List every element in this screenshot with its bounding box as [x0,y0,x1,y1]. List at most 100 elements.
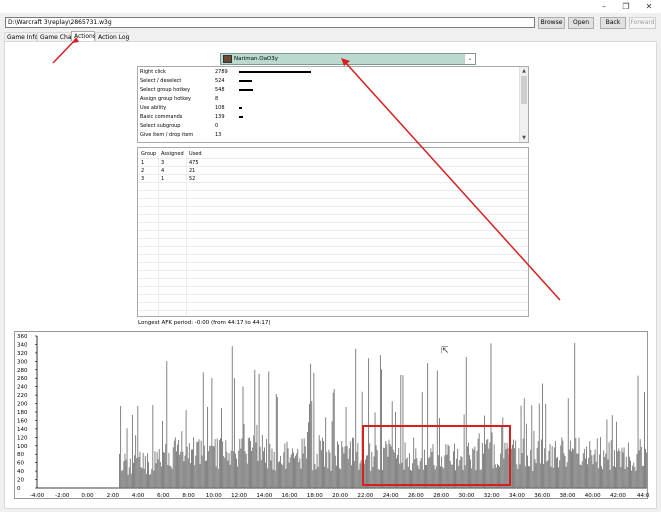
minimize-icon[interactable]: – [594,0,614,13]
apm-bar [285,468,287,488]
apm-bar [611,415,613,488]
column-header: Assigned [161,151,184,157]
apm-bar [607,459,609,488]
action-count: 108 [215,105,225,111]
apm-bar [339,468,341,488]
apm-bar [600,437,601,488]
apm-bar [569,440,571,488]
x-tick-label: 20:00 [332,493,348,499]
forward-button[interactable]: Forward [629,17,656,29]
apm-bar [319,440,321,488]
apm-bar [239,438,241,488]
apm-bar [297,448,299,488]
apm-bar [606,419,608,488]
apm-bar [162,420,163,488]
scroll-up-icon[interactable]: ▲ [520,67,528,75]
apm-bar [179,454,181,488]
apm-bar [630,460,631,488]
annotation-highlight-box [362,425,511,486]
x-tick-label: 0:00 [81,493,94,499]
chevron-down-icon[interactable]: ⌄ [464,54,475,64]
apm-bar [169,465,171,488]
apm-bar [235,453,236,488]
apm-bar [127,474,129,488]
apm-bar [326,451,328,488]
y-tick-label: 60 [17,461,24,467]
x-tick-label: 18:00 [307,493,323,499]
apm-bar [170,466,172,488]
apm-bar [192,449,193,488]
apm-bar [136,458,138,488]
apm-bar [273,451,275,488]
close-icon[interactable]: ✕ [639,0,659,13]
apm-bar [578,437,580,488]
apm-bar [566,462,568,488]
apm-bar [567,398,569,488]
table-cell: 1 [161,176,165,182]
list-item: Select / deselect 524 [140,77,520,86]
action-name: Right click [140,69,166,75]
x-tick-label: -4:00 [30,493,45,499]
list-item: Give item / drop item 13 [140,131,520,140]
apm-bar [233,378,235,488]
apm-bar [636,453,638,488]
apm-bar [592,464,594,488]
apm-bar [167,464,169,488]
apm-bar [349,441,351,488]
scroll-down-icon[interactable]: ▼ [520,134,528,142]
action-count: 13 [215,132,222,138]
browse-button[interactable]: Browse [538,17,565,29]
row-divider [138,302,528,303]
apm-bar [302,453,304,488]
apm-bar [226,451,228,488]
apm-bar [251,450,253,488]
back-button[interactable]: Back [600,17,626,29]
vertical-scrollbar[interactable]: ▲ ▼ [519,67,528,142]
apm-bar [188,443,190,488]
x-tick-label: 32:00 [484,493,500,499]
row-divider [138,310,528,311]
apm-bar [638,450,640,488]
apm-bar [247,438,249,488]
apm-bar [225,440,227,488]
apm-bar [210,445,212,488]
apm-bar [216,438,218,488]
apm-bar [255,442,257,488]
apm-bar [246,463,248,488]
apm-bar [274,470,276,488]
row-divider [138,222,528,223]
apm-bar [290,454,292,488]
player-select[interactable]: Nariman.OaO3y ⌄ [220,53,476,65]
apm-bar [610,440,612,488]
apm-bar [634,467,636,488]
apm-bar [257,460,259,488]
apm-bar [510,448,512,488]
action-count: 524 [215,78,225,84]
row-divider [138,190,528,191]
apm-bar [545,403,547,488]
open-button[interactable]: Open [568,17,594,29]
x-tick-label: 38:00 [560,493,576,499]
apm-bar [181,431,183,488]
apm-bar [232,451,234,488]
apm-bar [595,461,597,488]
row-divider [138,246,528,247]
apm-bar [126,428,128,488]
apm-bar [305,458,307,488]
replay-path-input[interactable] [5,17,535,28]
apm-bar [197,441,199,488]
apm-bar [343,453,345,488]
apm-bar [151,468,153,488]
x-tick-label: 10:00 [206,493,222,499]
restore-icon[interactable]: ❐ [616,0,636,13]
apm-bar [137,405,139,488]
x-tick-label: 40:00 [585,493,601,499]
apm-bar [515,440,517,488]
apm-bar [252,447,254,488]
apm-bar [267,468,269,488]
scrollbar-thumb[interactable] [521,76,527,104]
row-divider [138,278,528,279]
apm-bar [243,423,245,488]
apm-bar [270,460,272,488]
x-tick-label: 34:00 [509,493,525,499]
